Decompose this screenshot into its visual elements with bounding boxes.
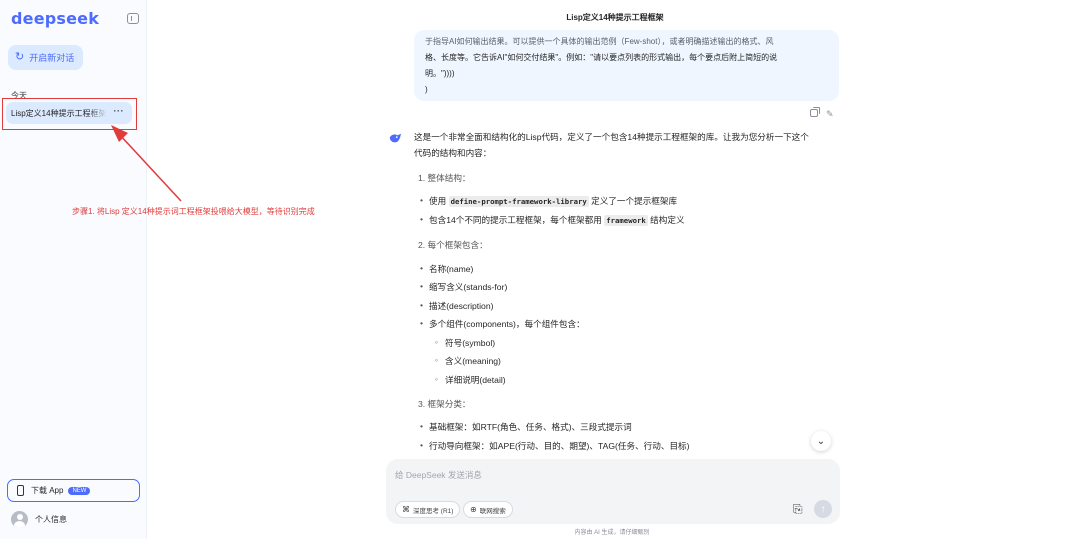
scroll-to-bottom-button[interactable]: ⌄: [811, 431, 831, 451]
list-item: 行动导向框架：如APE(行动、目的、期望)、TAG(任务、行动、目标): [420, 440, 689, 452]
sidebar: deepseek ↻ 开启新对话 今天 Lisp定义14种提示工程框架 ··· …: [0, 0, 147, 539]
list-item: 描述(description): [420, 300, 494, 312]
app-window: deepseek ↻ 开启新对话 今天 Lisp定义14种提示工程框架 ··· …: [0, 0, 1080, 539]
new-chat-icon: ↻: [15, 51, 25, 63]
profile-button[interactable]: 个人信息: [11, 511, 67, 528]
new-chat-button[interactable]: ↻ 开启新对话: [8, 45, 83, 70]
deep-think-label: 深度思考 (R1): [413, 507, 454, 515]
arrow-up-icon: ↑: [820, 503, 826, 515]
message-composer[interactable]: 给 DeepSeek 发送消息 ⌘ 深度思考 (R1) ⊕ 联网搜索 ⎘ ↑: [386, 459, 840, 524]
avatar-icon: [11, 511, 28, 528]
disclaimer-text: 内容由 AI 生成，请仔细甄别: [574, 530, 650, 536]
text-span: 使用: [429, 196, 449, 206]
sub-list-item: 含义(meaning): [435, 355, 501, 367]
inline-code: define-prompt-framework-library: [448, 196, 589, 207]
list-item: 使用 define-prompt-framework-library 定义了一个…: [420, 195, 678, 207]
new-chat-label: 开启新对话: [29, 53, 75, 63]
text-span: 定义了一个提示框架库: [588, 196, 678, 206]
message-input[interactable]: 给 DeepSeek 发送消息: [395, 469, 482, 481]
phone-icon: [17, 485, 24, 496]
send-button[interactable]: ↑: [814, 500, 832, 518]
deepseek-whale-icon: [389, 133, 402, 143]
message-actions: ✎: [810, 107, 834, 120]
inline-code: framework: [604, 215, 648, 226]
list-item: 包含14个不同的提示工程框架，每个框架都用 framework 结构定义: [420, 214, 685, 226]
intro-line: 这是一个非常全面和结构化的Lisp代码，定义了一个包含14种提示工程框架的库。让…: [414, 132, 809, 142]
user-message-bubble: 于指导AI如何输出结果。可以提供一个具体的输出范例（Few-shot），或者明确…: [414, 30, 839, 101]
assistant-intro: 这是一个非常全面和结构化的Lisp代码，定义了一个包含14种提示工程框架的库。让…: [414, 129, 839, 161]
list-item: 多个组件(components)，每个组件包含：: [420, 318, 585, 330]
text-span: 包含14个不同的提示工程框架，每个框架都用: [429, 215, 605, 225]
copy-icon[interactable]: [810, 107, 820, 117]
download-app-button[interactable]: 下载 App NEW: [7, 479, 140, 502]
profile-label: 个人信息: [35, 515, 67, 524]
text-span: 结构定义: [647, 215, 685, 225]
user-message-line: 明。")))): [425, 69, 455, 78]
list-item: 名称(name): [420, 263, 474, 275]
annotation-highlight-box: [2, 98, 137, 130]
section-heading: 1. 整体结构：: [418, 173, 471, 183]
assistant-message: 这是一个非常全面和结构化的Lisp代码，定义了一个包含14种提示工程框架的库。让…: [414, 129, 839, 451]
user-message-line: ): [425, 85, 428, 94]
attachment-icon[interactable]: ⎘: [793, 502, 803, 517]
annotation-text: 步骤1. 将Lisp 定义14种提示词工程框架投喂给大模型，等待识别完成: [72, 207, 315, 216]
chevron-down-icon: ⌄: [816, 435, 826, 447]
list-item: 基础框架：如RTF(角色、任务、格式)、三段式提示词: [420, 421, 632, 433]
globe-icon: ⊕: [470, 505, 477, 514]
section-heading: 3. 框架分类：: [418, 399, 471, 409]
download-app-label: 下载 App: [31, 486, 64, 495]
user-message-line: 于指导AI如何输出结果。可以提供一个具体的输出范例（Few-shot），或者明确…: [425, 37, 774, 46]
list-item: 缩写含义(stands-for): [420, 281, 507, 293]
edit-icon[interactable]: ✎: [826, 109, 834, 120]
section-heading: 2. 每个框架包含：: [418, 240, 488, 250]
deep-think-toggle[interactable]: ⌘ 深度思考 (R1): [395, 501, 461, 518]
deep-think-icon: ⌘: [402, 505, 410, 514]
user-message-line: 格、长度等。它告诉AI"如何交付结果"。例如："请以要点列表的形式输出，每个要点…: [425, 53, 778, 62]
sub-list-item: 符号(symbol): [435, 337, 495, 349]
web-search-label: 联网搜索: [479, 507, 506, 515]
web-search-toggle[interactable]: ⊕ 联网搜索: [463, 501, 513, 518]
new-badge: NEW: [68, 486, 91, 495]
intro-line: 代码的结构和内容：: [414, 148, 492, 158]
chat-title: Lisp定义14种提示工程框架: [566, 13, 664, 22]
sub-list-item: 详细说明(detail): [435, 374, 506, 386]
